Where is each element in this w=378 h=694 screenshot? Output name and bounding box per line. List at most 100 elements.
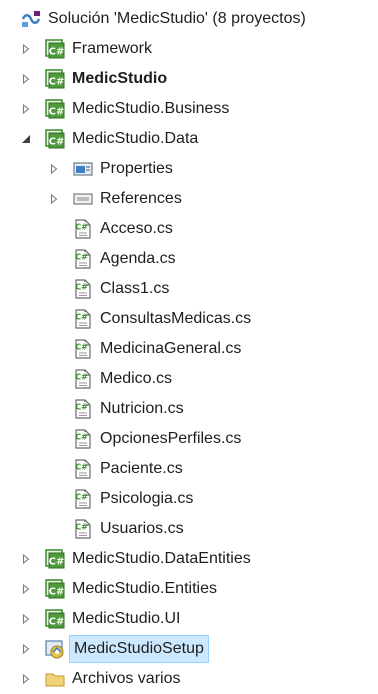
csharp-file-icon: C#	[72, 308, 94, 330]
tree-item-label: Properties	[100, 160, 173, 177]
tree-item-paciente[interactable]: C# Paciente.cs	[0, 454, 378, 484]
csharp-project-icon: C#	[44, 548, 66, 570]
svg-text:C#: C#	[75, 313, 88, 322]
solution-icon	[20, 8, 42, 30]
tree-item-label: Usuarios.cs	[100, 520, 184, 537]
references-icon	[72, 188, 94, 210]
collapse-arrow-icon[interactable]	[18, 124, 34, 154]
expand-arrow-icon[interactable]	[18, 544, 34, 574]
tree-item-label: Acceso.cs	[100, 220, 173, 237]
tree-item-class1[interactable]: C# Class1.cs	[0, 274, 378, 304]
expand-arrow-icon[interactable]	[46, 184, 62, 214]
csharp-file-icon: C#	[72, 488, 94, 510]
csharp-file-icon: C#	[72, 338, 94, 360]
csharp-project-icon: C#	[44, 98, 66, 120]
expand-arrow-icon[interactable]	[46, 154, 62, 184]
expand-arrow-icon[interactable]	[18, 574, 34, 604]
tree-item-medicina[interactable]: C# MedicinaGeneral.cs	[0, 334, 378, 364]
expand-arrow-icon[interactable]	[18, 64, 34, 94]
expand-arrow-icon[interactable]	[18, 634, 34, 664]
tree-item-dataentities[interactable]: C# MedicStudio.DataEntities	[0, 544, 378, 574]
csharp-file-icon: C#	[72, 398, 94, 420]
tree-item-label: MedicStudio.Entities	[72, 580, 217, 597]
tree-item-label: MedicStudio	[72, 70, 168, 87]
tree-item-label: Psicologia.cs	[100, 490, 194, 507]
svg-text:C#: C#	[75, 523, 88, 532]
tree-item-label: MedicStudio.Data	[72, 130, 199, 147]
tree-item-label: References	[100, 190, 182, 207]
svg-text:C#: C#	[49, 107, 65, 118]
tree-item-label: MedicStudioSetup	[69, 635, 209, 663]
svg-text:C#: C#	[75, 343, 88, 352]
csharp-project-icon: C#	[44, 68, 66, 90]
tree-item-label: Nutricion.cs	[100, 400, 184, 417]
svg-text:C#: C#	[49, 587, 65, 598]
csharp-file-icon: C#	[72, 248, 94, 270]
tree-item-label: OpcionesPerfiles.cs	[100, 430, 242, 447]
csharp-project-icon: C#	[44, 38, 66, 60]
tree-item-usuarios[interactable]: C# Usuarios.cs	[0, 514, 378, 544]
properties-icon	[72, 158, 94, 180]
svg-text:C#: C#	[49, 77, 65, 88]
svg-text:C#: C#	[75, 433, 88, 442]
svg-text:C#: C#	[75, 283, 88, 292]
tree-item-label: MedicStudio.Business	[72, 100, 230, 117]
csharp-file-icon: C#	[72, 518, 94, 540]
tree-item-consultas[interactable]: C# ConsultasMedicas.cs	[0, 304, 378, 334]
expand-arrow-icon[interactable]	[18, 94, 34, 124]
tree-item-ui[interactable]: C# MedicStudio.UI	[0, 604, 378, 634]
tree-item-setup[interactable]: MedicStudioSetup	[0, 634, 378, 664]
tree-item-framework[interactable]: C# Framework	[0, 34, 378, 64]
tree-item-label: Class1.cs	[100, 280, 170, 297]
tree-item-medicstudio[interactable]: C# MedicStudio	[0, 64, 378, 94]
setup-project-icon	[44, 638, 66, 660]
tree-item-entities[interactable]: C# MedicStudio.Entities	[0, 574, 378, 604]
tree-item-label: ConsultasMedicas.cs	[100, 310, 252, 327]
svg-text:C#: C#	[75, 403, 88, 412]
tree-item-label: Agenda.cs	[100, 250, 176, 267]
tree-item-label: Framework	[72, 40, 153, 57]
expand-arrow-icon[interactable]	[18, 34, 34, 64]
tree-item-solution[interactable]: Solución 'MedicStudio' (8 proyectos)	[0, 4, 378, 34]
csharp-project-icon: C#	[44, 608, 66, 630]
svg-text:C#: C#	[75, 463, 88, 472]
tree-item-medico[interactable]: C# Medico.cs	[0, 364, 378, 394]
tree-item-acceso[interactable]: C# Acceso.cs	[0, 214, 378, 244]
csharp-file-icon: C#	[72, 458, 94, 480]
csharp-file-icon: C#	[72, 428, 94, 450]
expand-arrow-icon[interactable]	[18, 604, 34, 634]
tree-item-label: MedicStudio.DataEntities	[72, 550, 251, 567]
solution-explorer-tree: Solución 'MedicStudio' (8 proyectos) C# Fr…	[0, 0, 378, 690]
csharp-file-icon: C#	[72, 218, 94, 240]
svg-text:C#: C#	[75, 373, 88, 382]
tree-item-business[interactable]: C# MedicStudio.Business	[0, 94, 378, 124]
csharp-project-icon: C#	[44, 128, 66, 150]
tree-item-data[interactable]: C# MedicStudio.Data	[0, 124, 378, 154]
tree-item-psicologia[interactable]: C# Psicologia.cs	[0, 484, 378, 514]
tree-item-label: Medico.cs	[100, 370, 173, 387]
folder-icon	[44, 668, 66, 690]
csharp-file-icon: C#	[72, 368, 94, 390]
svg-text:C#: C#	[49, 137, 65, 148]
tree-item-opciones[interactable]: C# OpcionesPerfiles.cs	[0, 424, 378, 454]
tree-item-references[interactable]: References	[0, 184, 378, 214]
svg-text:C#: C#	[75, 493, 88, 502]
tree-item-nutricion[interactable]: C# Nutricion.cs	[0, 394, 378, 424]
tree-item-label: MedicinaGeneral.cs	[100, 340, 242, 357]
csharp-file-icon: C#	[72, 278, 94, 300]
tree-item-properties[interactable]: Properties	[0, 154, 378, 184]
tree-item-label: MedicStudio.UI	[72, 610, 181, 627]
svg-text:C#: C#	[75, 253, 88, 262]
tree-item-agenda[interactable]: C# Agenda.cs	[0, 244, 378, 274]
svg-text:C#: C#	[49, 617, 65, 628]
